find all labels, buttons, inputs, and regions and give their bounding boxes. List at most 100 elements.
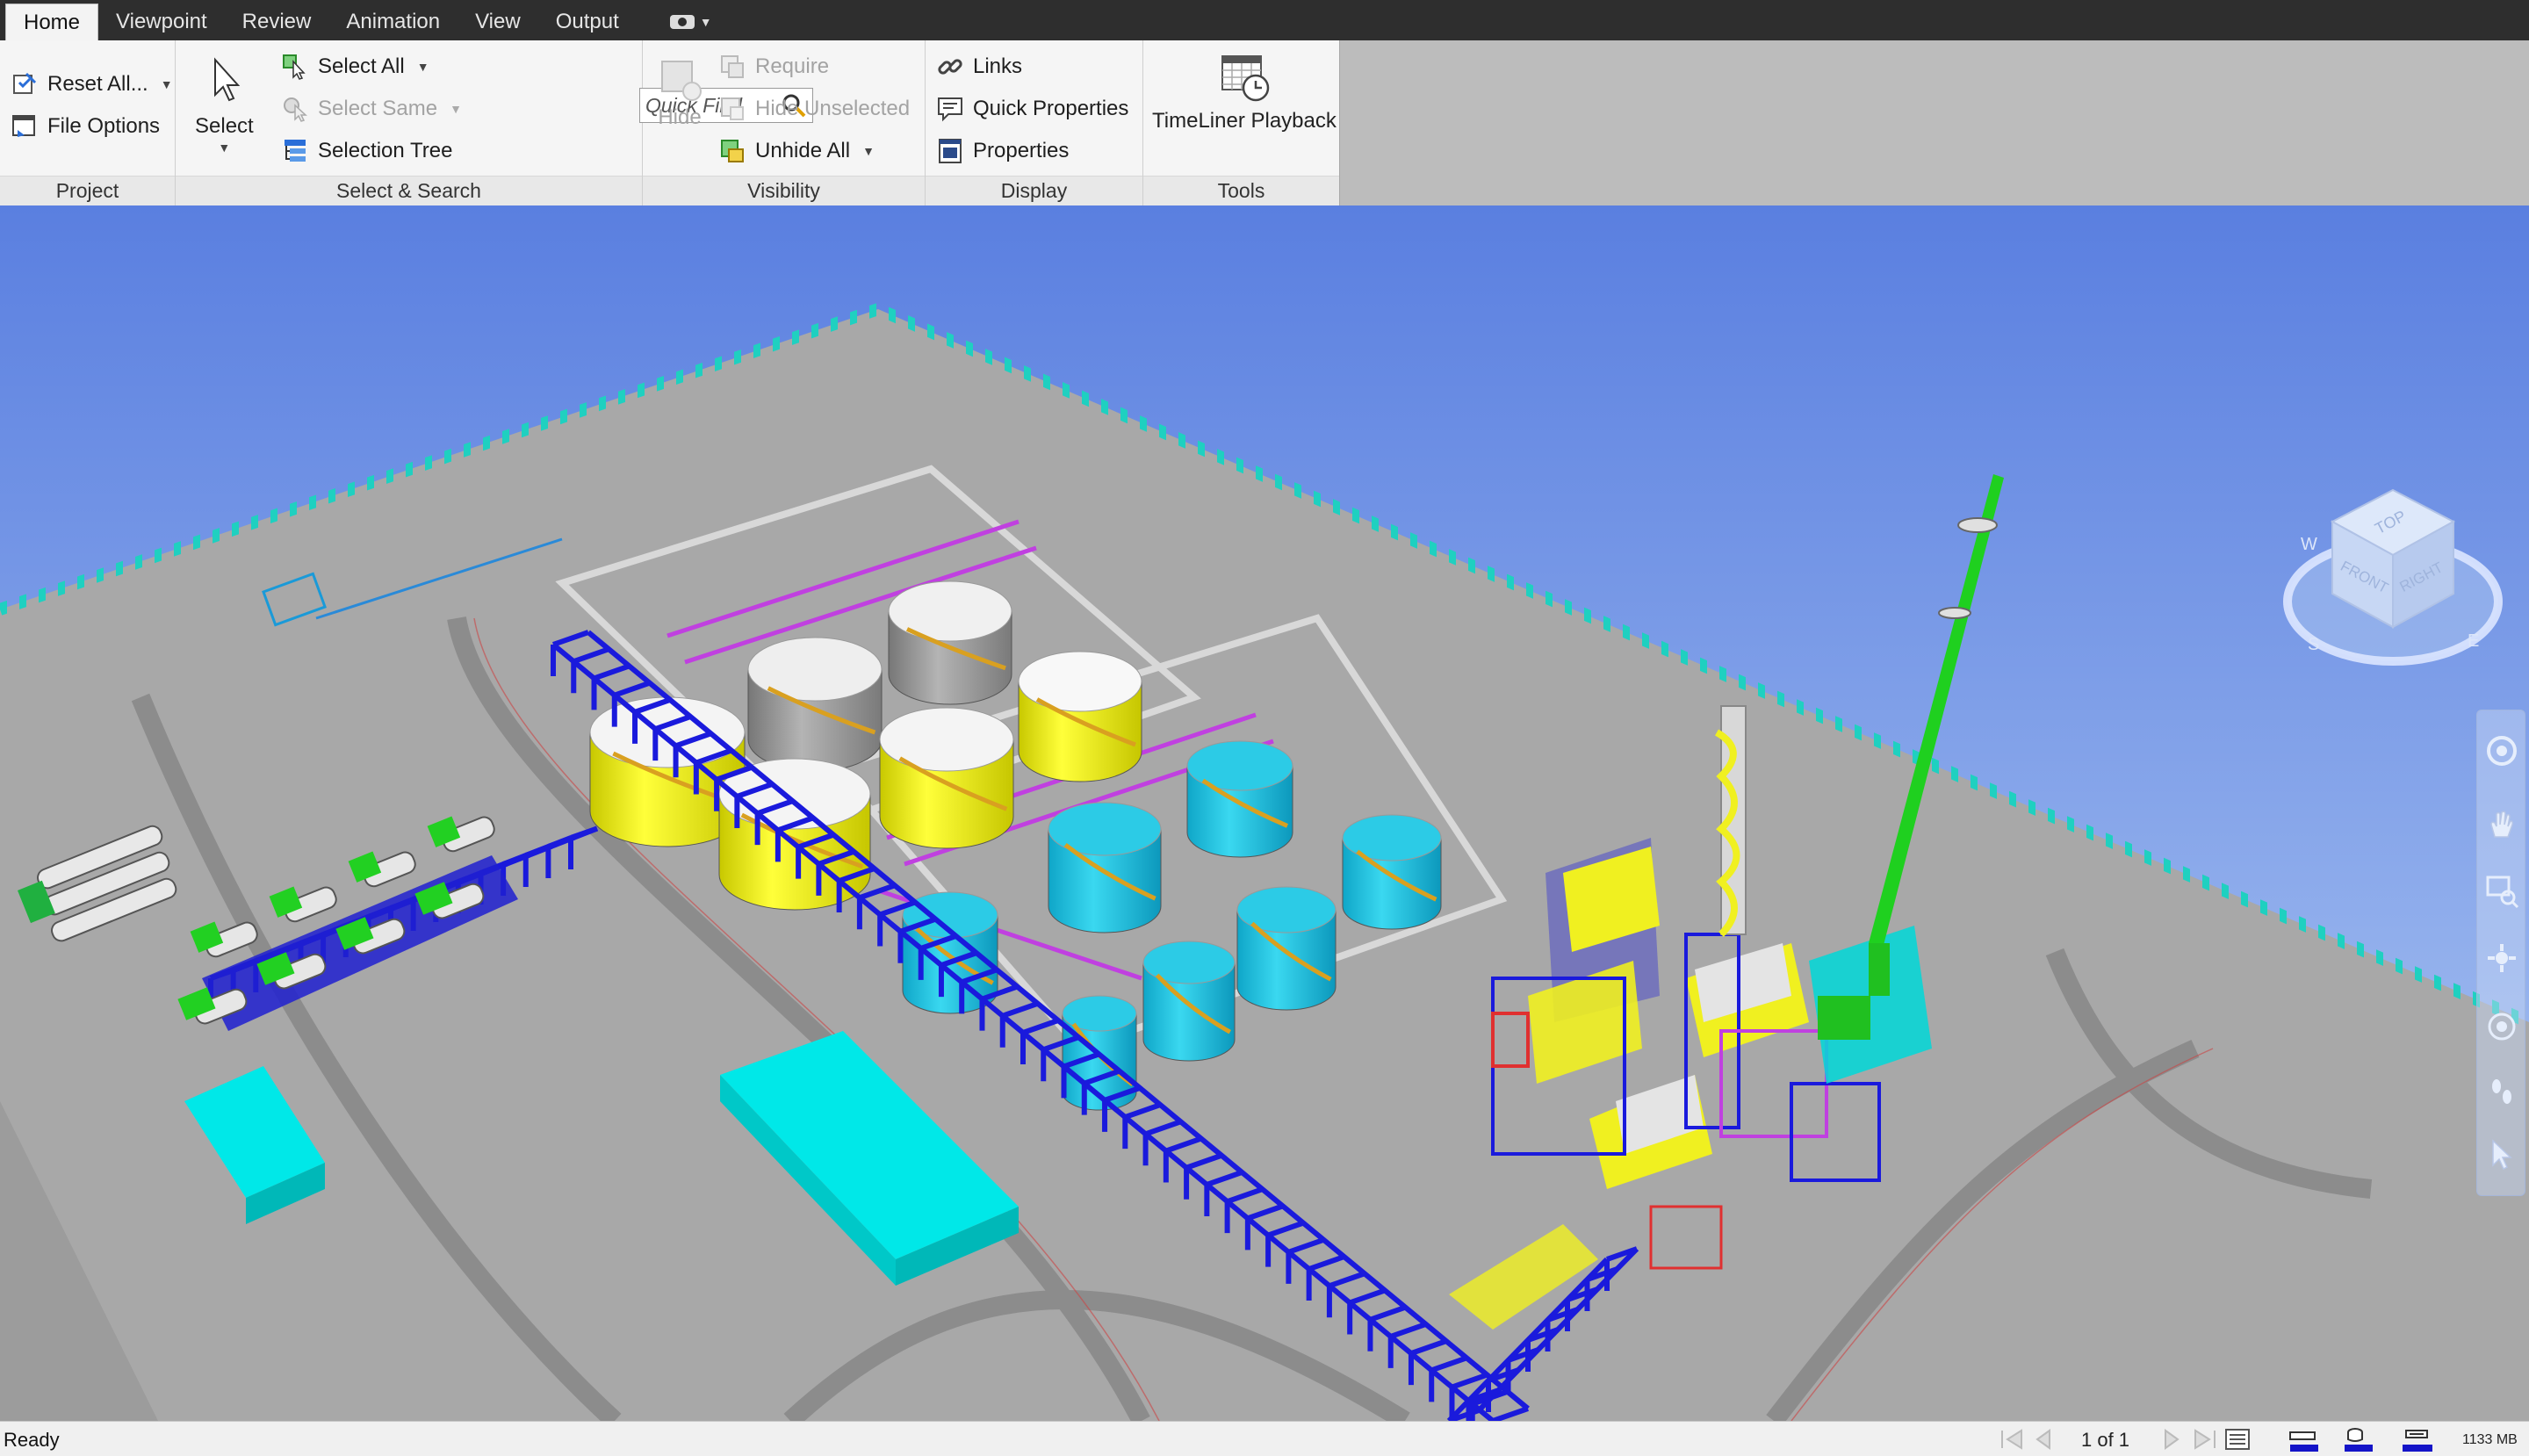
steering-wheel-icon[interactable] — [2484, 733, 2519, 768]
hide-unselected-button[interactable]: Hide Unselected — [718, 95, 910, 123]
timeliner-playback-button[interactable]: TimeLiner Playback — [1152, 47, 1337, 133]
status-text: Ready — [4, 1429, 60, 1451]
require-label: Require — [755, 54, 830, 78]
select-same-button[interactable]: Select Same ▼ — [281, 95, 462, 123]
panel-display: Links Quick Properties Properties Displa… — [926, 40, 1143, 205]
compass-south-label: S — [2308, 635, 2319, 654]
reset-all-button[interactable]: Reset All... ▼ — [11, 70, 173, 98]
require-button[interactable]: Require — [718, 53, 829, 81]
panel-footer-display: Display — [926, 176, 1142, 205]
tab-viewpoint[interactable]: Viewpoint — [98, 4, 225, 40]
cursor-arrow-icon — [214, 57, 241, 102]
tab-review[interactable]: Review — [225, 4, 329, 40]
panel-footer-visibility: Visibility — [643, 176, 925, 205]
file-options-icon — [12, 115, 35, 137]
tab-home[interactable]: Home — [5, 4, 99, 40]
links-button[interactable]: Links — [936, 53, 1022, 81]
sheet-browser-icon[interactable] — [2223, 1427, 2252, 1452]
hide-unselected-label: Hide Unselected — [755, 97, 911, 120]
orbit-icon[interactable] — [2484, 941, 2519, 976]
hide-button[interactable]: Hide — [653, 49, 706, 130]
link-icon — [938, 59, 962, 75]
chevron-down-icon: ▼ — [699, 15, 712, 29]
quick-properties-icon — [938, 97, 962, 122]
panel-tools: TimeLiner Playback Tools — [1143, 40, 1340, 205]
zoom-window-icon[interactable] — [2484, 874, 2519, 909]
hide-icon — [661, 61, 702, 101]
chevron-down-icon: ▼ — [416, 60, 429, 74]
select-cursor-icon[interactable] — [2484, 1137, 2519, 1172]
storage-tank[interactable] — [1342, 814, 1442, 930]
file-options-label: File Options — [47, 114, 161, 138]
look-around-icon[interactable] — [2484, 1009, 2519, 1044]
select-label: Select — [195, 114, 254, 138]
compass-east-label: E — [2468, 631, 2479, 651]
storage-tank[interactable] — [1018, 651, 1142, 782]
reset-all-icon — [13, 72, 37, 94]
unhide-all-button[interactable]: Unhide All ▼ — [718, 137, 875, 165]
file-options-button[interactable]: File Options — [11, 112, 160, 141]
tab-animation[interactable]: Animation — [328, 4, 458, 40]
unhide-all-label: Unhide All — [755, 139, 851, 162]
memory-usage: 1133 MB — [2462, 1432, 2518, 1447]
select-all-button[interactable]: Select All ▼ — [281, 53, 429, 81]
storage-tank[interactable] — [879, 707, 1014, 849]
hide-label: Hide — [658, 105, 702, 129]
panel-select-search: Select ▼ Select All ▼ Select Same ▼ Select… — [176, 40, 813, 205]
chevron-down-icon: ▼ — [450, 102, 462, 116]
require-icon — [721, 55, 744, 78]
storage-tank[interactable] — [888, 580, 1012, 705]
storage-tank[interactable] — [1142, 941, 1236, 1062]
properties-button[interactable]: Properties — [936, 137, 1069, 165]
compass-west-label: W — [2301, 535, 2317, 554]
navigation-bar — [2476, 710, 2525, 1196]
tab-view[interactable]: View — [458, 4, 538, 40]
viewcube[interactable]: TOP FRONT RIGHT W S E — [2281, 483, 2504, 685]
pencil-progress-icon — [2289, 1431, 2318, 1452]
pan-hand-icon[interactable] — [2484, 807, 2519, 842]
storage-tank[interactable] — [902, 891, 998, 1014]
3d-viewport[interactable]: TOP FRONT RIGHT W S E — [0, 205, 2529, 1421]
storage-tank[interactable] — [1048, 802, 1162, 933]
panel-footer-select-search: Select & Search — [176, 176, 642, 205]
tab-output[interactable]: Output — [538, 4, 637, 40]
panel-footer-tools: Tools — [1143, 176, 1339, 205]
storage-tank[interactable] — [1236, 886, 1337, 1011]
select-button[interactable]: Select ▼ — [195, 54, 254, 155]
chevron-down-icon: ▼ — [862, 144, 875, 158]
ribbon: Reset All... ▼ File Options Project Selec… — [0, 40, 2529, 205]
reset-all-label: Reset All... — [47, 72, 148, 96]
previous-page-icon[interactable] — [2030, 1427, 2055, 1452]
hide-unselected-icon — [721, 97, 744, 120]
walk-footsteps-icon[interactable] — [2484, 1074, 2519, 1109]
first-page-icon[interactable] — [1995, 1427, 2027, 1452]
properties-icon — [939, 139, 962, 163]
camera-icon — [669, 15, 695, 29]
panel-footer-project: Project — [0, 176, 175, 205]
select-all-icon — [283, 54, 306, 80]
selection-tree-icon — [285, 140, 306, 162]
storage-tank[interactable] — [1186, 740, 1293, 858]
selection-tree-button[interactable]: Selection Tree — [281, 137, 452, 165]
links-label: Links — [973, 54, 1023, 78]
web-server-progress-icon — [2403, 1430, 2432, 1452]
plant-model-scene[interactable] — [0, 205, 2529, 1421]
chevron-down-icon: ▼ — [160, 77, 173, 91]
last-page-icon[interactable] — [2190, 1427, 2222, 1452]
select-same-icon — [284, 97, 307, 122]
panel-visibility: Hide Require Hide Unselected Unhide All ▼… — [643, 40, 926, 205]
camera-dropdown-button[interactable]: ▼ — [669, 4, 712, 40]
ribbon-tab-bar: Home Viewpoint Review Animation View Out… — [0, 0, 2529, 40]
properties-label: Properties — [973, 139, 1070, 162]
selection-tree-label: Selection Tree — [318, 139, 453, 162]
quick-properties-button[interactable]: Quick Properties — [936, 95, 1128, 123]
timeliner-calendar-clock-icon — [1221, 55, 1270, 102]
select-same-label: Select Same — [318, 97, 438, 120]
next-page-icon[interactable] — [2160, 1427, 2185, 1452]
status-bar: Ready 1 of 1 1133 MB — [0, 1421, 2529, 1456]
chevron-down-icon: ▼ — [218, 141, 231, 155]
timeliner-playback-label: TimeLiner Playback — [1152, 109, 1337, 133]
unhide-all-icon — [721, 140, 744, 162]
storage-tank[interactable] — [747, 637, 883, 772]
disk-progress-icon — [2345, 1428, 2373, 1452]
